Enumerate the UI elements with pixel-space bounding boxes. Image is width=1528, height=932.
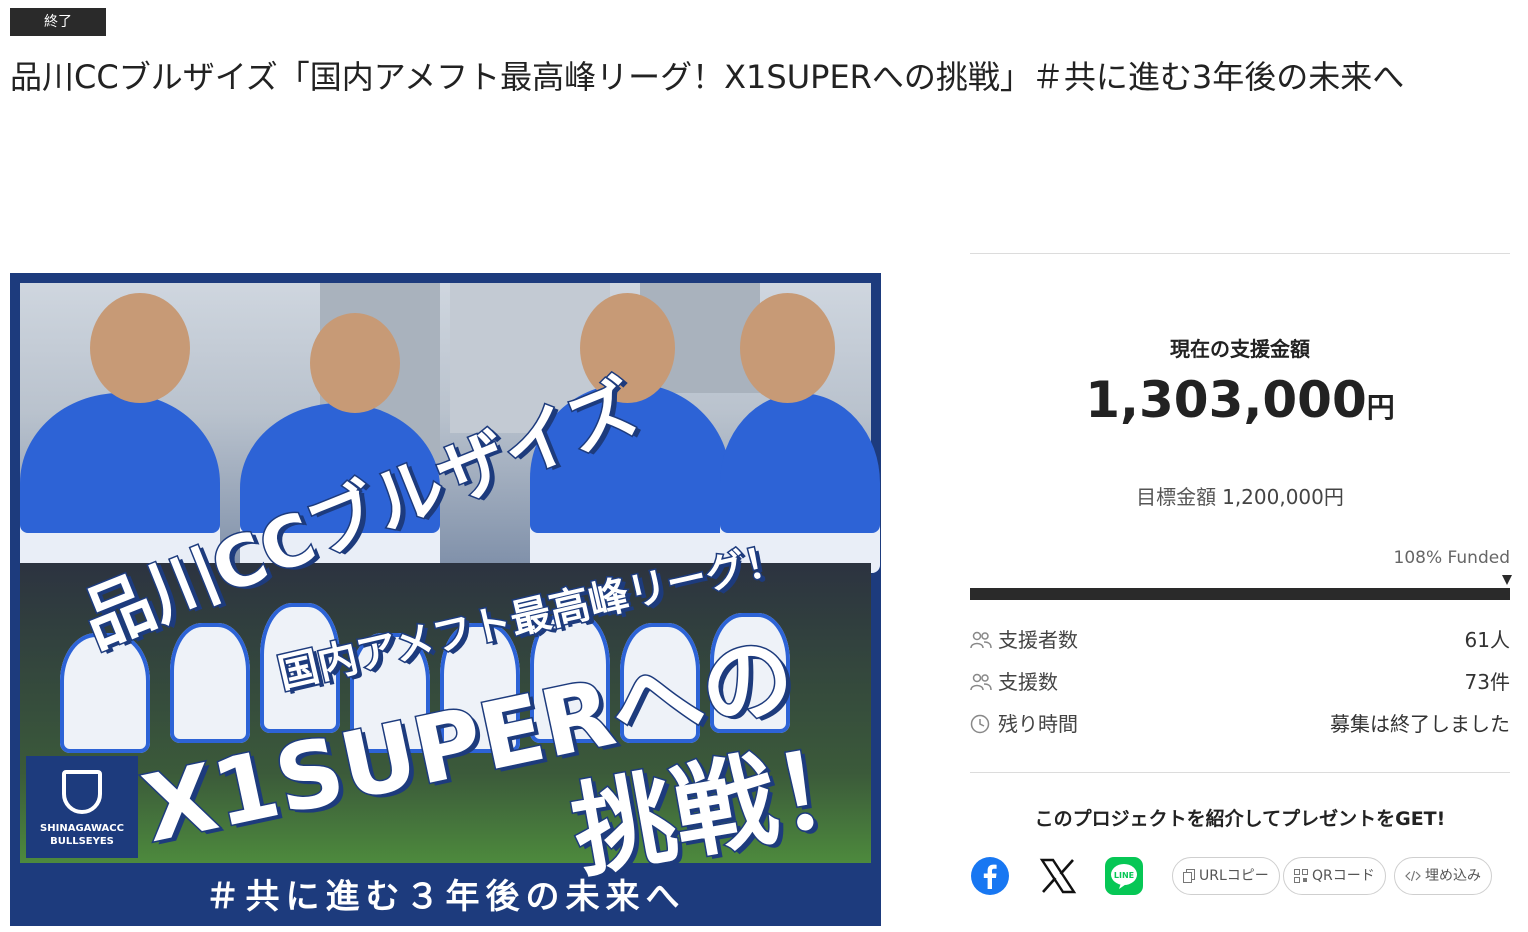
funding-panel: 現在の支援金額 1,303,000円 目標金額 1,200,000円 108% F… [970,253,1512,913]
url-copy-button[interactable]: URLコピー [1172,857,1280,895]
clock-icon [970,714,990,734]
funded-percent: 108% Funded [1393,548,1510,568]
copy-icon [1183,869,1195,883]
facebook-icon[interactable] [970,856,1010,896]
goal-amount: 目標金額 1,200,000円 [970,481,1510,510]
team-logo-line1: SHINAGAWACC [40,823,124,834]
stat-label: 支援数 [998,670,1058,694]
hero-player-face [310,313,400,413]
status-badge: 終了 [10,8,106,36]
raised-amount: 1,303,000円 [970,371,1510,429]
hero-hashtag: ＃共に進む３年後の未来へ [205,877,686,917]
svg-text:LINE: LINE [1114,871,1134,880]
stat-value: 募集は終了しました [1330,712,1510,736]
embed-button[interactable]: 埋め込み [1394,857,1492,895]
progress-bar-fill [970,588,1510,600]
qr-code-button[interactable]: QRコード [1283,857,1386,895]
stat-row-contributions: 支援数 73件 [970,667,1510,697]
progress-bar [970,575,1512,600]
qr-icon [1294,869,1308,883]
url-copy-label: URLコピー [1199,868,1269,884]
team-logo-mark [62,770,102,814]
line-icon[interactable]: LINE [1104,856,1144,896]
goal-value: 1,200,000円 [1222,485,1344,509]
raised-amount-currency: 円 [1366,391,1395,424]
qr-code-label: QRコード [1312,868,1375,884]
stat-value: 61人 [1464,628,1510,652]
people-icon [970,673,992,691]
team-logo: SHINAGAWACC BULLSEYES [26,756,138,858]
stat-label: 残り時間 [998,712,1078,736]
stat-value: 73件 [1464,670,1510,694]
hero-player-face [740,293,835,403]
progress-marker-icon [1502,575,1512,585]
people-icon [970,631,992,649]
hero-player-face [90,293,190,403]
share-title: このプロジェクトを紹介してプレゼントをGET! [1034,808,1446,830]
page-title: 品川CCブルザイズ「国内アメフト最高峰リーグ！X1SUPERへの挑戦」＃共に進む… [10,58,1405,96]
x-icon[interactable] [1038,856,1078,896]
raised-label: 現在の支援金額 [1170,337,1310,361]
goal-label: 目標金額 [1136,485,1217,509]
stat-row-time-left: 残り時間 募集は終了しました [970,709,1510,739]
embed-label: 埋め込み [1425,868,1481,884]
code-icon [1405,870,1421,882]
stat-row-supporters: 支援者数 61人 [970,625,1510,655]
stat-label: 支援者数 [998,628,1078,652]
project-hero-image: SHINAGAWACC BULLSEYES ＃共に進む３年後の未来へ 品川CCブ… [10,273,881,926]
divider [970,253,1510,254]
divider [970,772,1510,773]
team-logo-line2: BULLSEYES [50,836,114,847]
raised-amount-value: 1,303,000 [1085,371,1367,429]
